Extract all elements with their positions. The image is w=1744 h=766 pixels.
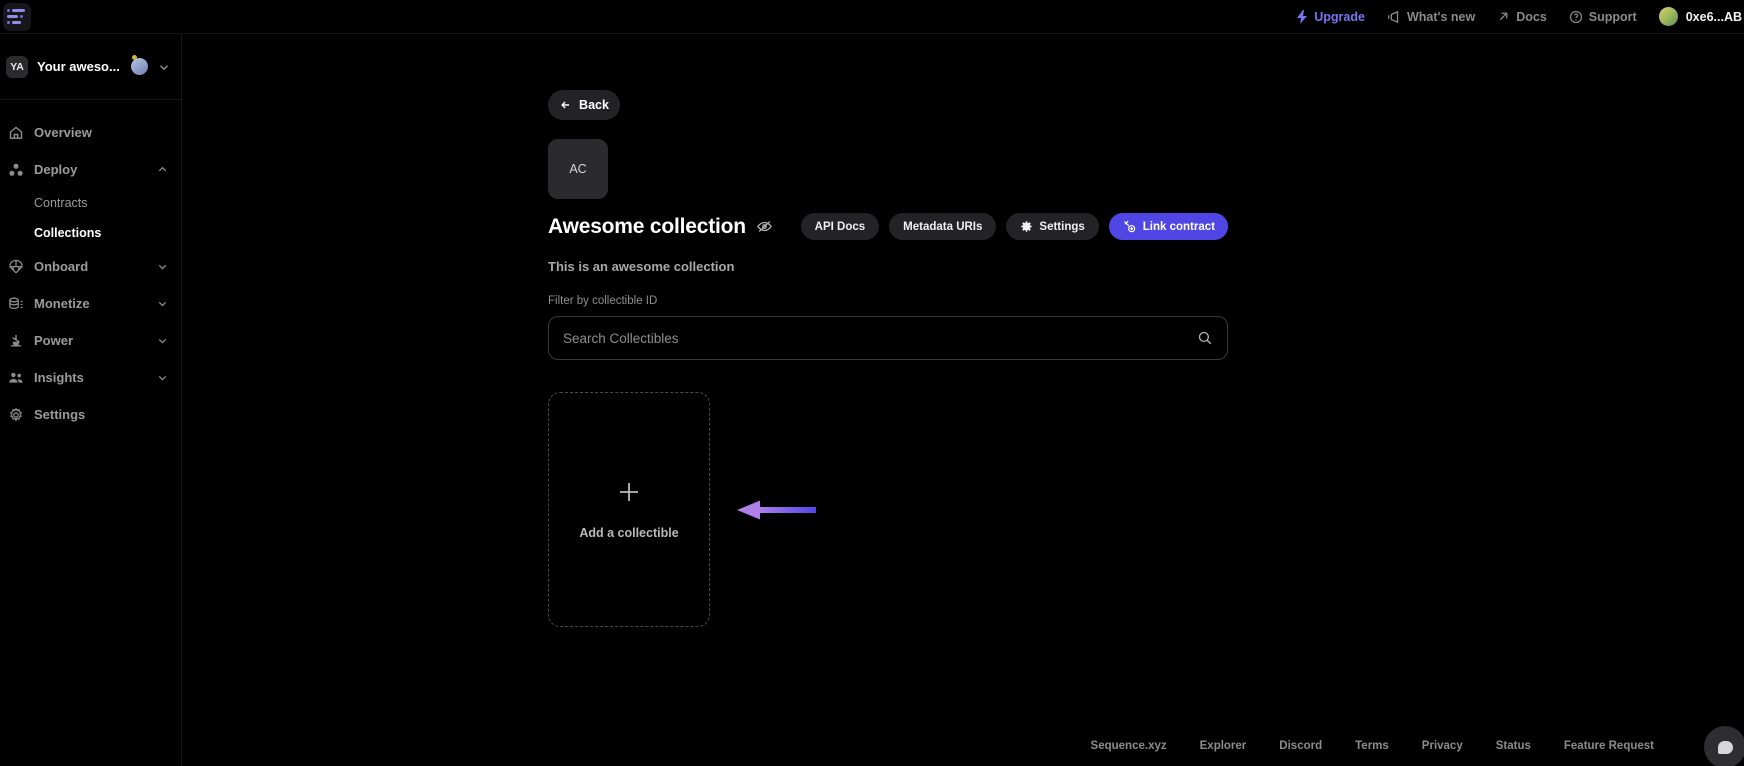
top-bar-links: Upgrade What's new Docs Support 0xe6...A… [1296, 0, 1744, 34]
footer: Sequence.xyz Explorer Discord Terms Priv… [182, 726, 1744, 766]
parachute-icon [8, 259, 24, 275]
top-bar: Upgrade What's new Docs Support 0xe6...A… [0, 0, 1744, 34]
chat-bubble-icon[interactable] [1704, 726, 1744, 766]
link-contract-button[interactable]: Link contract [1109, 213, 1228, 240]
org-switcher[interactable]: YA Your aweso... [0, 34, 181, 100]
sidebar-item-insights[interactable]: Insights [0, 359, 181, 396]
external-link-arrow-icon [1497, 10, 1510, 23]
sidebar-item-onboard[interactable]: Onboard [0, 248, 181, 285]
eye-off-icon[interactable] [756, 218, 773, 235]
metadata-uris-label: Metadata URIs [903, 221, 982, 233]
power-plug-icon [8, 333, 24, 349]
gear-icon [1020, 220, 1033, 233]
collectibles-grid: Add a collectible [548, 392, 1744, 627]
wallet-avatar [1659, 7, 1678, 26]
sidebar-item-power-label: Power [34, 333, 146, 348]
footer-link-discord[interactable]: Discord [1279, 740, 1322, 752]
main-content: Back AC Awesome collection API Docs Meta… [182, 34, 1744, 766]
sidebar-item-deploy-label: Deploy [34, 162, 146, 177]
collection-actions: API Docs Metadata URIs Settings Link con… [801, 213, 1228, 240]
top-link-whats-new[interactable]: What's new [1387, 10, 1475, 24]
top-link-upgrade[interactable]: Upgrade [1296, 10, 1365, 24]
search-input[interactable] [563, 331, 1197, 346]
footer-link-status[interactable]: Status [1496, 740, 1531, 752]
arrow-left-icon [559, 98, 573, 112]
back-button-label: Back [579, 98, 609, 112]
chevron-down-icon [157, 60, 171, 74]
page-title: Awesome collection [548, 215, 746, 239]
deploy-nodes-icon [8, 162, 24, 178]
top-link-docs-label: Docs [1516, 10, 1547, 24]
sidebar-item-collections-label: Collections [34, 226, 101, 240]
sidebar-item-overview-label: Overview [34, 125, 169, 140]
network-badge-icon [131, 58, 148, 75]
metadata-uris-button[interactable]: Metadata URIs [889, 213, 996, 240]
sidebar-item-contracts-label: Contracts [34, 196, 88, 210]
lightning-icon [1296, 10, 1308, 24]
wallet-button[interactable]: 0xe6...AB [1659, 7, 1742, 26]
footer-link-privacy[interactable]: Privacy [1422, 740, 1463, 752]
chevron-up-icon[interactable] [156, 163, 169, 176]
wallet-address: 0xe6...AB [1686, 10, 1742, 24]
sidebar-item-monetize[interactable]: Monetize [0, 285, 181, 322]
top-link-whats-new-label: What's new [1407, 10, 1475, 24]
org-badge: YA [6, 56, 28, 78]
collection-header: Awesome collection API Docs Metadata URI… [548, 213, 1228, 240]
sidebar: YA Your aweso... Overview Deploy Contrac… [0, 34, 182, 766]
add-collectible-label: Add a collectible [579, 526, 678, 540]
annotation-arrow-left-icon [736, 497, 816, 523]
sidebar-item-deploy[interactable]: Deploy [0, 151, 181, 188]
question-circle-icon [1569, 10, 1583, 24]
footer-link-feature-request[interactable]: Feature Request [1564, 740, 1654, 752]
api-docs-button[interactable]: API Docs [801, 213, 880, 240]
footer-link-explorer[interactable]: Explorer [1200, 740, 1247, 752]
chevron-down-icon[interactable] [156, 260, 169, 273]
collection-thumbnail: AC [548, 139, 608, 199]
sidebar-item-collections[interactable]: Collections [0, 218, 181, 248]
filter-label: Filter by collectible ID [548, 295, 1744, 307]
top-link-support[interactable]: Support [1569, 10, 1637, 24]
sidebar-item-overview[interactable]: Overview [0, 114, 181, 151]
people-icon [8, 370, 24, 386]
org-name: Your aweso... [37, 59, 122, 74]
chevron-down-icon[interactable] [156, 297, 169, 310]
api-docs-label: API Docs [815, 221, 866, 233]
footer-link-sequence[interactable]: Sequence.xyz [1091, 740, 1167, 752]
sidebar-item-contracts[interactable]: Contracts [0, 188, 181, 218]
settings-button[interactable]: Settings [1006, 213, 1098, 240]
sidebar-item-settings-label: Settings [34, 407, 169, 422]
sidebar-item-onboard-label: Onboard [34, 259, 146, 274]
search-icon[interactable] [1197, 330, 1213, 346]
chevron-down-icon[interactable] [156, 371, 169, 384]
sidebar-nav: Overview Deploy Contracts Collections On… [0, 100, 181, 433]
top-link-docs[interactable]: Docs [1497, 10, 1547, 24]
home-icon [8, 125, 24, 141]
back-button[interactable]: Back [548, 90, 620, 120]
sequence-logo-icon[interactable] [3, 3, 31, 31]
sidebar-item-settings[interactable]: Settings [0, 396, 181, 433]
link-contract-label: Link contract [1143, 221, 1215, 233]
sidebar-item-insights-label: Insights [34, 370, 146, 385]
add-collectible-card[interactable]: Add a collectible [548, 392, 710, 627]
gear-icon [8, 407, 24, 423]
link-contract-icon [1122, 219, 1137, 234]
chevron-down-icon[interactable] [156, 334, 169, 347]
search-collectibles-field[interactable] [548, 316, 1228, 360]
top-link-support-label: Support [1589, 10, 1637, 24]
sidebar-item-power[interactable]: Power [0, 322, 181, 359]
chat-bubble-glyph [1718, 741, 1733, 754]
footer-link-terms[interactable]: Terms [1355, 740, 1389, 752]
collection-description: This is an awesome collection [548, 259, 1744, 274]
settings-button-label: Settings [1039, 221, 1084, 233]
plus-icon [616, 479, 642, 505]
megaphone-icon [1387, 10, 1401, 24]
coins-icon [8, 296, 24, 312]
sidebar-item-monetize-label: Monetize [34, 296, 146, 311]
top-link-upgrade-label: Upgrade [1314, 10, 1365, 24]
